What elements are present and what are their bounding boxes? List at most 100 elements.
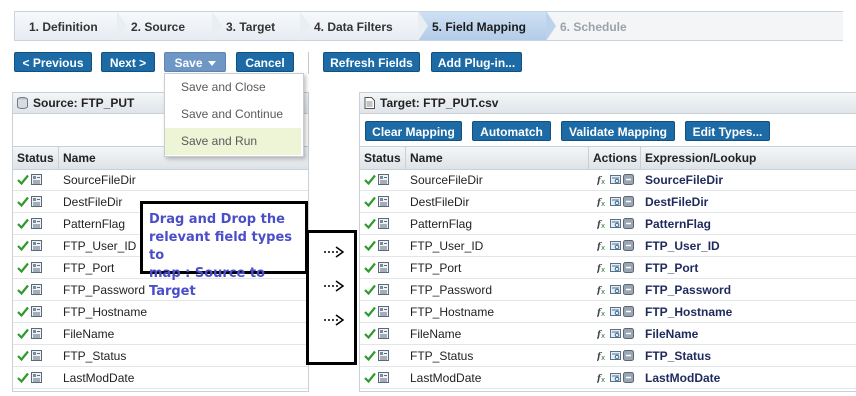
expression-value[interactable]: PatternFlag (641, 213, 856, 235)
table-row[interactable]: FileName (13, 323, 308, 345)
field-name[interactable]: LastModDate (406, 367, 589, 389)
save-button[interactable]: Save (164, 52, 226, 72)
expression-value[interactable]: FTP_Status (641, 345, 856, 367)
lookup-icon[interactable] (610, 236, 621, 258)
field-name[interactable]: FileName (406, 323, 589, 345)
function-icon[interactable]: fx (596, 302, 608, 324)
function-icon[interactable]: fx (596, 214, 608, 236)
clear-mapping-button[interactable]: Clear Mapping (365, 121, 462, 141)
function-icon[interactable]: fx (596, 324, 608, 346)
table-row[interactable]: FTP_User_ID f x FTP_User_ID (360, 235, 856, 257)
column-expression[interactable]: Expression/Lookup (641, 147, 856, 169)
cancel-button[interactable]: Cancel (236, 52, 294, 72)
field-name[interactable]: FTP_Status (406, 345, 589, 367)
menu-item-save-and-run[interactable]: Save and Run (165, 128, 301, 155)
field-type-icon[interactable] (378, 192, 389, 214)
lookup-icon[interactable] (610, 258, 621, 280)
field-type-icon[interactable] (378, 346, 389, 368)
table-row[interactable]: LastModDate (13, 367, 308, 389)
table-row[interactable]: FTP_Password f x FTP_Password (360, 279, 856, 301)
expression-value[interactable]: FTP_Password (641, 279, 856, 301)
lookup-icon[interactable] (610, 192, 621, 214)
table-row[interactable]: LastModDate f x LastModDate (360, 367, 856, 389)
column-status[interactable]: Status (360, 147, 406, 169)
field-type-icon[interactable] (31, 192, 42, 214)
function-icon[interactable]: fx (596, 192, 608, 214)
function-icon[interactable]: fx (596, 236, 608, 258)
column-name[interactable]: Name (406, 147, 589, 169)
field-type-icon[interactable] (31, 324, 42, 346)
previous-button[interactable]: < Previous (14, 52, 92, 72)
step-field-mapping[interactable]: 5. Field Mapping (418, 11, 556, 41)
delete-icon[interactable] (623, 214, 634, 236)
step-source[interactable]: 2. Source (117, 11, 222, 41)
delete-icon[interactable] (623, 170, 634, 192)
table-row[interactable]: FTP_Hostname (13, 301, 308, 323)
field-name[interactable]: FTP_Port (406, 257, 589, 279)
field-type-icon[interactable] (378, 280, 389, 302)
column-actions[interactable]: Actions (589, 147, 641, 169)
menu-item-save-and-close[interactable]: Save and Close (165, 74, 301, 101)
table-row[interactable]: SourceFileDir (13, 169, 308, 191)
validate-mapping-button[interactable]: Validate Mapping (561, 121, 675, 141)
delete-icon[interactable] (623, 258, 634, 280)
field-name[interactable]: FTP_Hostname (406, 301, 589, 323)
field-type-icon[interactable] (378, 214, 389, 236)
table-row[interactable]: PatternFlag f x PatternFlag (360, 213, 856, 235)
field-type-icon[interactable] (378, 368, 389, 390)
automatch-button[interactable]: Automatch (472, 121, 551, 141)
field-type-icon[interactable] (31, 346, 42, 368)
refresh-fields-button[interactable]: Refresh Fields (323, 52, 420, 72)
column-status[interactable]: Status (13, 147, 59, 169)
field-type-icon[interactable] (378, 236, 389, 258)
field-name[interactable]: FTP_Password (406, 279, 589, 301)
field-name[interactable]: FTP_User_ID (406, 235, 589, 257)
field-name[interactable]: SourceFileDir (406, 169, 589, 191)
lookup-icon[interactable] (610, 324, 621, 346)
function-icon[interactable]: fx (596, 258, 608, 280)
delete-icon[interactable] (623, 236, 634, 258)
delete-icon[interactable] (623, 346, 634, 368)
field-type-icon[interactable] (378, 324, 389, 346)
edit-types-button[interactable]: Edit Types... (685, 121, 770, 141)
field-name[interactable]: DestFileDir (406, 191, 589, 213)
field-name[interactable]: FTP_Hostname (59, 301, 308, 323)
field-type-icon[interactable] (31, 368, 42, 390)
next-button[interactable]: Next > (101, 52, 155, 72)
step-data-filters[interactable]: 4. Data Filters (300, 11, 428, 41)
delete-icon[interactable] (623, 192, 634, 214)
field-name[interactable]: SourceFileDir (59, 169, 308, 191)
expression-value[interactable]: DestFileDir (641, 191, 856, 213)
function-icon[interactable]: fx (596, 346, 608, 368)
field-type-icon[interactable] (31, 302, 42, 324)
delete-icon[interactable] (623, 302, 634, 324)
table-row[interactable]: SourceFileDir f x SourceFileDir (360, 169, 856, 191)
table-row[interactable]: FTP_Status f x FTP_Status (360, 345, 856, 367)
field-type-icon[interactable] (378, 170, 389, 192)
field-type-icon[interactable] (31, 258, 42, 280)
field-type-icon[interactable] (31, 214, 42, 236)
field-type-icon[interactable] (378, 258, 389, 280)
field-name[interactable]: LastModDate (59, 367, 308, 389)
function-icon[interactable]: fx (596, 170, 608, 192)
expression-value[interactable]: FTP_Hostname (641, 301, 856, 323)
step-definition[interactable]: 1. Definition (14, 11, 127, 41)
menu-item-save-and-continue[interactable]: Save and Continue (165, 101, 301, 128)
lookup-icon[interactable] (610, 368, 621, 390)
function-icon[interactable]: fx (596, 280, 608, 302)
field-type-icon[interactable] (31, 280, 42, 302)
expression-value[interactable]: FTP_Port (641, 257, 856, 279)
lookup-icon[interactable] (610, 346, 621, 368)
add-plugin-button[interactable]: Add Plug-in... (431, 52, 522, 72)
expression-value[interactable]: FTP_User_ID (641, 235, 856, 257)
field-name[interactable]: FTP_Status (59, 345, 308, 367)
expression-value[interactable]: SourceFileDir (641, 169, 856, 191)
delete-icon[interactable] (623, 280, 634, 302)
lookup-icon[interactable] (610, 280, 621, 302)
field-name[interactable]: FileName (59, 323, 308, 345)
function-icon[interactable]: fx (596, 368, 608, 390)
step-target[interactable]: 3. Target (212, 11, 310, 41)
table-row[interactable]: DestFileDir f x DestFileDir (360, 191, 856, 213)
table-row[interactable]: FTP_Port f x FTP_Port (360, 257, 856, 279)
field-type-icon[interactable] (378, 302, 389, 324)
